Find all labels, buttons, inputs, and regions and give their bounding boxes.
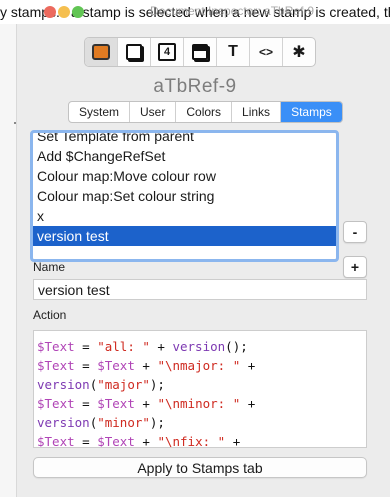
action-label: Action	[33, 308, 67, 322]
code-inspector-button[interactable]: <>	[250, 38, 283, 66]
stamps-list[interactable]: Set Template from parent Add $ChangeRefS…	[30, 130, 339, 262]
document-title: aTbRef-9	[153, 76, 237, 97]
zoom-window-icon[interactable]	[72, 6, 84, 18]
minimize-window-icon[interactable]	[58, 6, 70, 18]
document-inspector-icon	[126, 44, 142, 60]
tab-system[interactable]: System	[69, 102, 131, 122]
inspector-toolbar: 4 T <> ✱	[84, 37, 316, 67]
code-line: version("major");	[37, 375, 362, 394]
tab-colors[interactable]: Colors	[176, 102, 233, 122]
action-code-editor[interactable]: $Text = "all: " + version(); $Text = $Tex…	[33, 330, 367, 448]
list-item[interactable]: Add $ChangeRefSet	[33, 146, 336, 166]
close-window-icon[interactable]	[44, 6, 56, 18]
code-token: =	[74, 434, 98, 448]
code-inspector-icon: <>	[258, 45, 273, 59]
code-token: +	[225, 434, 241, 448]
appearance-inspector-button[interactable]	[184, 38, 217, 66]
list-item[interactable]: Colour map:Move colour row	[33, 166, 336, 186]
code-token: +	[149, 339, 173, 354]
code-token: );	[149, 415, 165, 430]
code-token: +	[134, 396, 158, 411]
code-token: "all: "	[97, 339, 150, 354]
code-token: +	[134, 358, 158, 373]
code-token: "\nminor: "	[157, 396, 241, 411]
code-token: +	[240, 358, 256, 373]
code-token: $Text	[97, 358, 135, 373]
list-item[interactable]: Set Template from parent	[33, 133, 336, 146]
code-line: $Text = $Text + "\nmajor: " +	[37, 356, 362, 375]
code-line: version("minor");	[37, 413, 362, 432]
text-inspector-button[interactable]: T	[217, 38, 250, 66]
tab-user[interactable]: User	[130, 102, 177, 122]
code-token: "\nfix: "	[157, 434, 226, 448]
list-item[interactable]: Colour map:Set colour string	[33, 186, 336, 206]
remove-stamp-button[interactable]: -	[343, 221, 367, 243]
list-item-selected[interactable]: version test	[33, 226, 336, 246]
code-token: "\nmajor: "	[157, 358, 241, 373]
code-token: "minor"	[97, 415, 150, 430]
code-token: $Text	[97, 396, 135, 411]
stamp-name-field[interactable]: version test	[33, 279, 367, 300]
code-token: version	[37, 415, 90, 430]
code-token: version	[172, 339, 226, 354]
name-label: Name	[33, 260, 66, 274]
code-token: $Text	[37, 396, 75, 411]
note-inspector-icon	[92, 44, 110, 60]
code-line: $Text = $Text + "\nfix: " +	[37, 432, 362, 448]
code-line: $Text = $Text + "\nminor: " +	[37, 394, 362, 413]
code-token: ();	[225, 339, 248, 354]
tab-stamps[interactable]: Stamps	[281, 102, 342, 122]
code-line: $Text = "all: " + version();	[37, 337, 362, 356]
document-inspector-button[interactable]	[118, 38, 151, 66]
code-token: $Text	[97, 434, 135, 448]
code-token: version	[37, 377, 90, 392]
code-token: );	[149, 377, 165, 392]
note-inspector-button[interactable]	[85, 38, 118, 66]
code-token: +	[240, 396, 256, 411]
code-token: "major"	[97, 377, 150, 392]
code-token: $Text	[37, 339, 75, 354]
add-stamp-button[interactable]: +	[343, 256, 367, 278]
number-inspector-icon: 4	[158, 43, 176, 61]
gear-icon: ✱	[292, 44, 306, 61]
apply-to-stamps-tab-button[interactable]: Apply to Stamps tab	[33, 457, 367, 478]
inspector-tab-bar: System User Colors Links Stamps	[68, 101, 343, 123]
code-token: =	[74, 339, 98, 354]
code-token: $Text	[37, 358, 75, 373]
tab-links[interactable]: Links	[232, 102, 282, 122]
text-inspector-icon: T	[228, 43, 238, 60]
appearance-inspector-icon	[192, 44, 208, 60]
settings-inspector-button[interactable]: ✱	[283, 38, 315, 66]
window-title: Document Inspector: aTbRef-9	[150, 4, 315, 18]
code-token: $Text	[37, 434, 75, 448]
number-inspector-button[interactable]: 4	[151, 38, 184, 66]
code-token: =	[74, 358, 98, 373]
list-item[interactable]: x	[33, 206, 336, 226]
code-token: =	[74, 396, 98, 411]
code-token: +	[134, 434, 158, 448]
